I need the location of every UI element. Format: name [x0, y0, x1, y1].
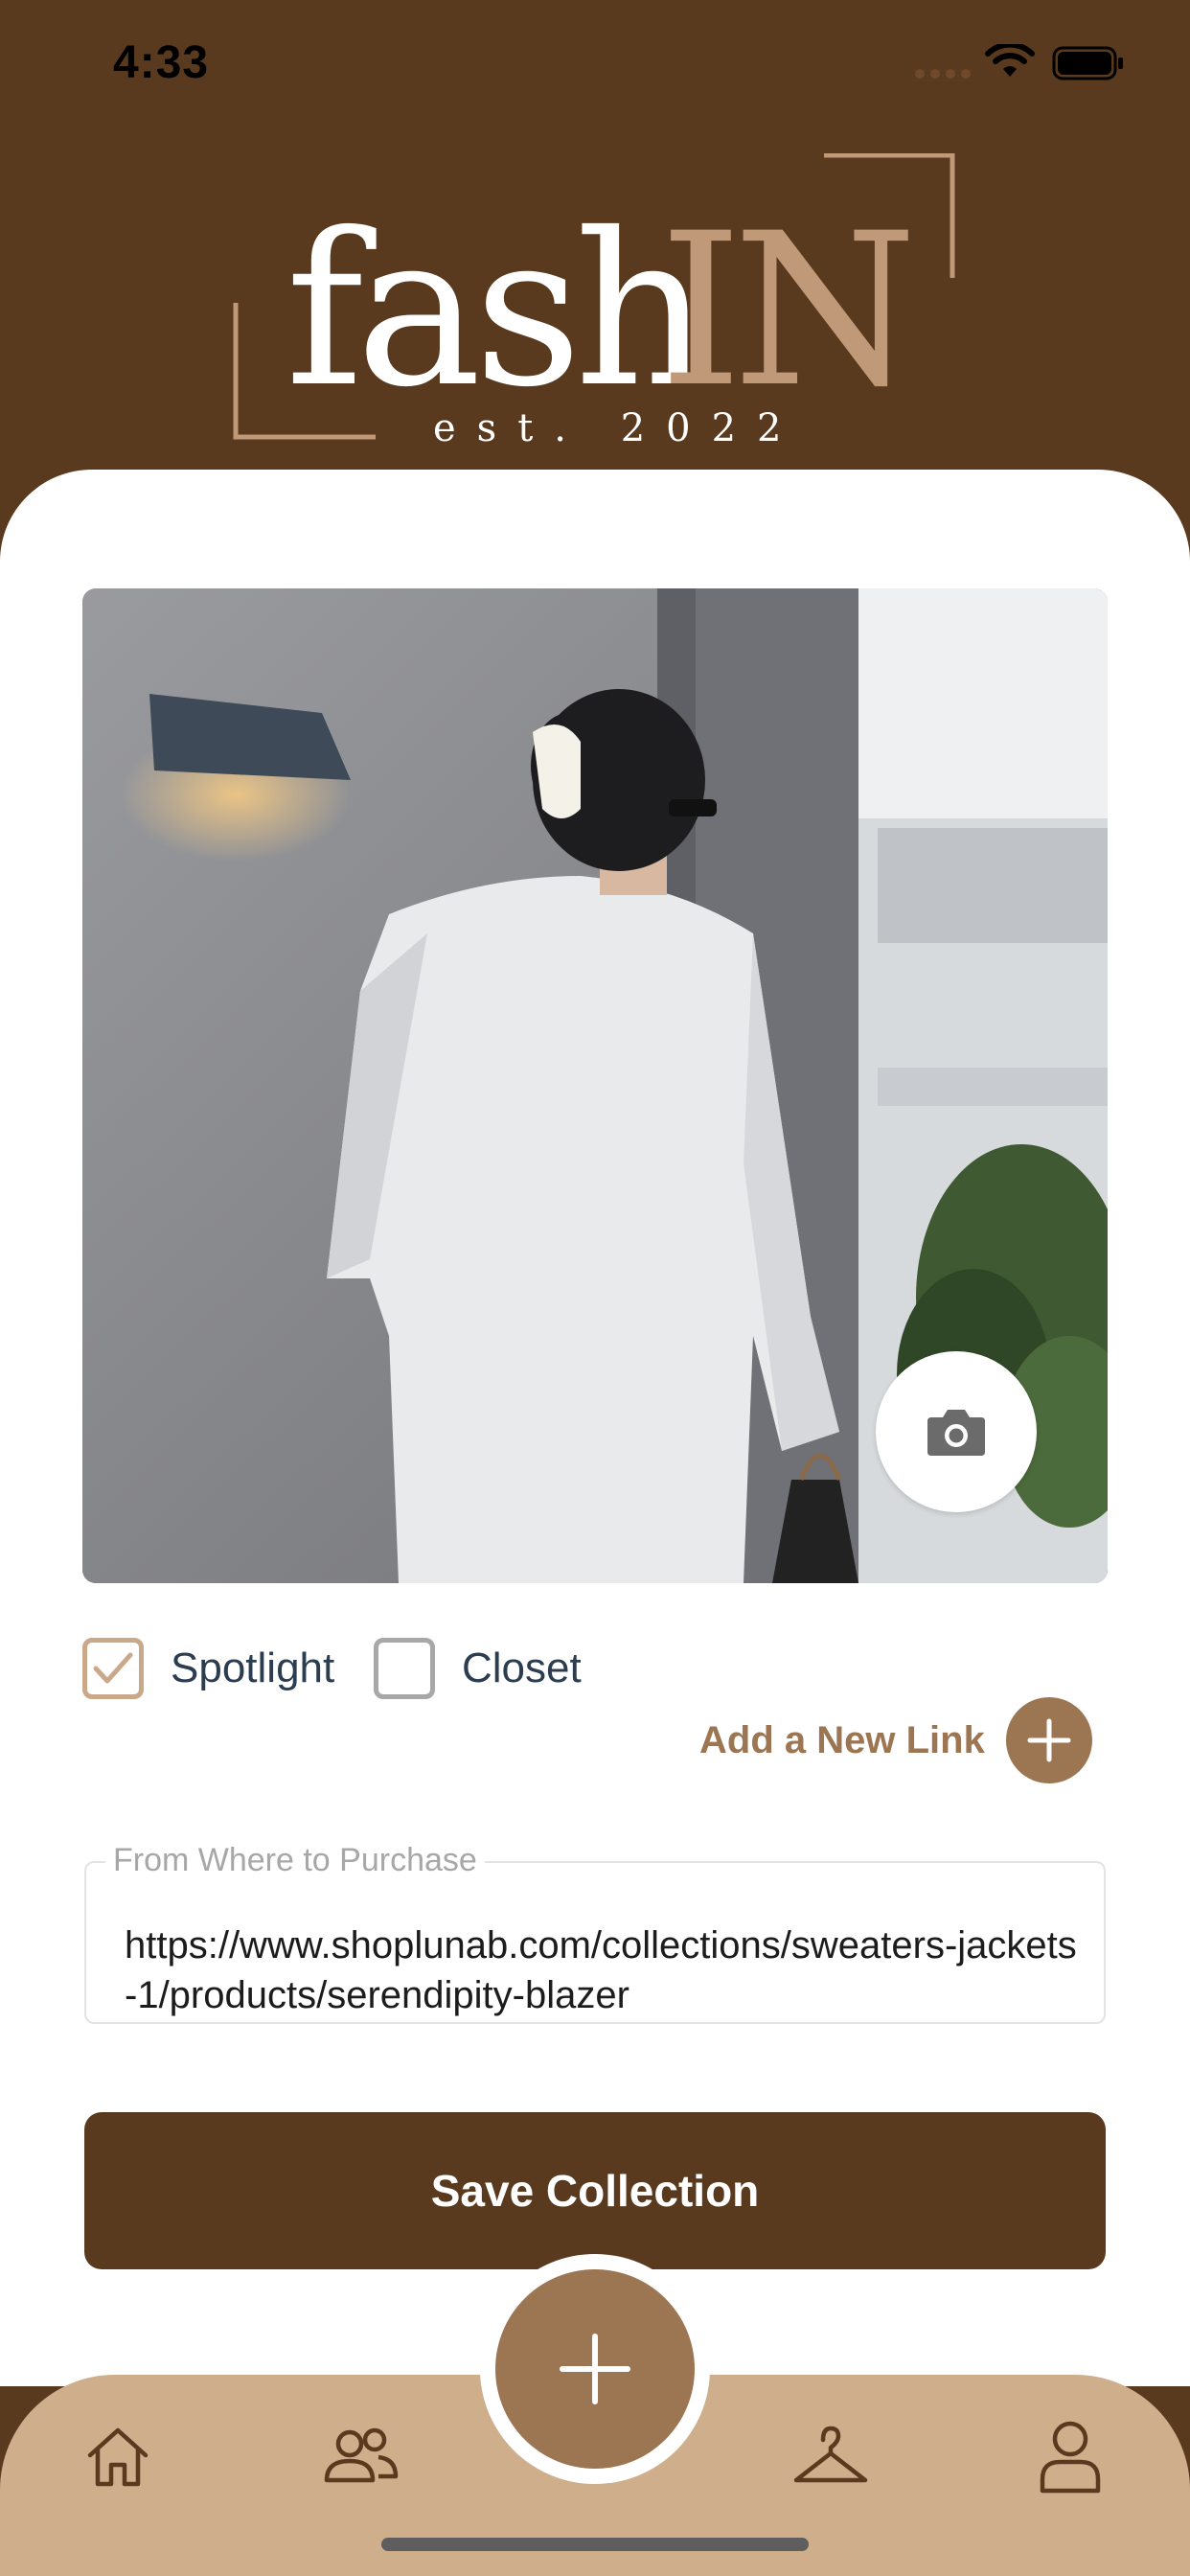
- closet-label: Closet: [462, 1644, 582, 1691]
- logo-word-in: IN: [659, 188, 908, 433]
- wifi-icon: [985, 44, 1035, 77]
- purchase-link-label: From Where to Purchase: [105, 1842, 485, 1879]
- home-indicator: [381, 2538, 809, 2551]
- save-collection-label: Save Collection: [430, 2166, 760, 2216]
- plus-icon: [560, 2334, 630, 2404]
- hanger-icon: [793, 2426, 868, 2483]
- tab-closet[interactable]: [788, 2413, 874, 2499]
- tab-profile[interactable]: [1027, 2413, 1113, 2499]
- app-logo: fash IN est. 2022: [230, 152, 968, 460]
- create-button[interactable]: [495, 2269, 695, 2469]
- purchase-link-field[interactable]: From Where to Purchase https://www.shopl…: [84, 1842, 1106, 2024]
- camera-icon: [927, 1410, 985, 1456]
- change-photo-button[interactable]: [876, 1351, 1037, 1512]
- checkmark-icon: [93, 1652, 133, 1684]
- closet-checkbox[interactable]: [374, 1638, 435, 1699]
- tab-community[interactable]: [318, 2413, 404, 2499]
- spotlight-option[interactable]: Spotlight: [82, 1637, 334, 1700]
- status-time: 4:33: [113, 37, 210, 88]
- logo-word-fash: fash: [286, 188, 704, 433]
- add-new-link[interactable]: Add a New Link: [699, 1696, 1092, 1784]
- plus-icon: [1027, 1718, 1071, 1762]
- people-icon: [324, 2427, 399, 2483]
- cellular-signal-icon: [915, 69, 971, 79]
- purchase-link-input[interactable]: https://www.shoplunab.com/collections/sw…: [125, 1920, 1083, 2020]
- home-icon: [87, 2427, 149, 2487]
- add-link-button[interactable]: [1005, 1697, 1092, 1783]
- profile-icon: [1040, 2421, 1101, 2494]
- status-bar: 4:33: [0, 0, 1190, 134]
- spotlight-checkbox[interactable]: [82, 1638, 144, 1699]
- save-collection-button[interactable]: Save Collection: [84, 2112, 1106, 2269]
- tab-home[interactable]: [75, 2413, 161, 2499]
- battery-icon: [1052, 46, 1123, 80]
- spotlight-label: Spotlight: [171, 1644, 335, 1691]
- logo-tagline: est. 2022: [433, 406, 803, 450]
- add-new-link-label: Add a New Link: [699, 1718, 985, 1761]
- create-button-ring: [480, 2254, 710, 2484]
- closet-option[interactable]: Closet: [374, 1637, 582, 1700]
